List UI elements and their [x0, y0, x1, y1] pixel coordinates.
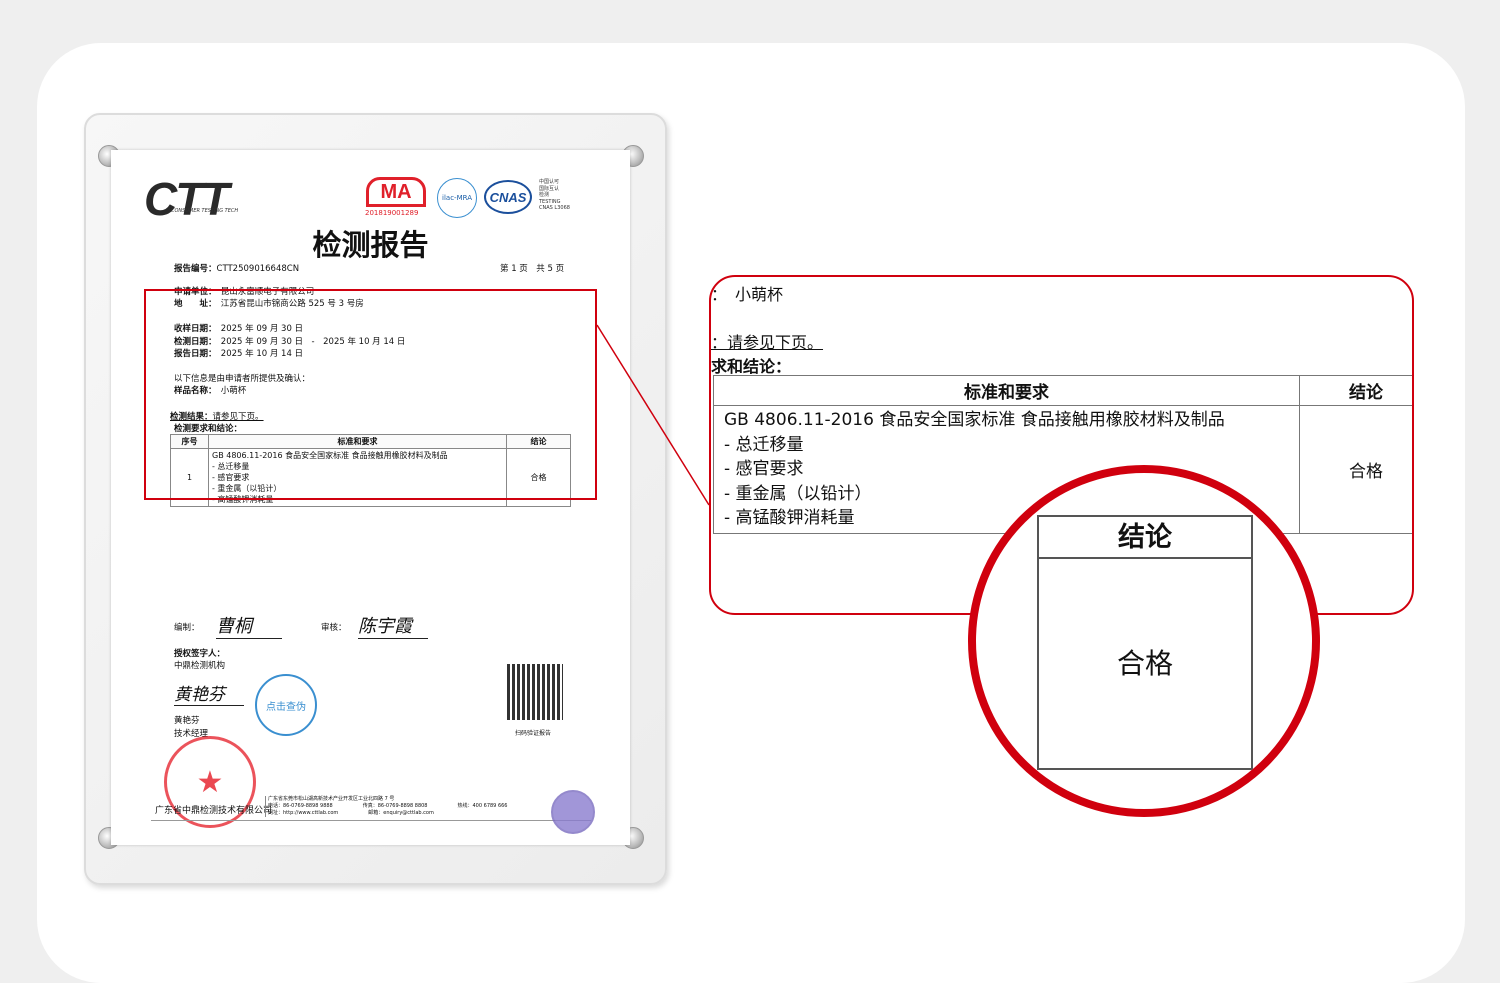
magnified-conclusion-cell: 结论 合格	[1037, 515, 1253, 770]
magnifier-circle: 结论 合格	[968, 465, 1320, 817]
